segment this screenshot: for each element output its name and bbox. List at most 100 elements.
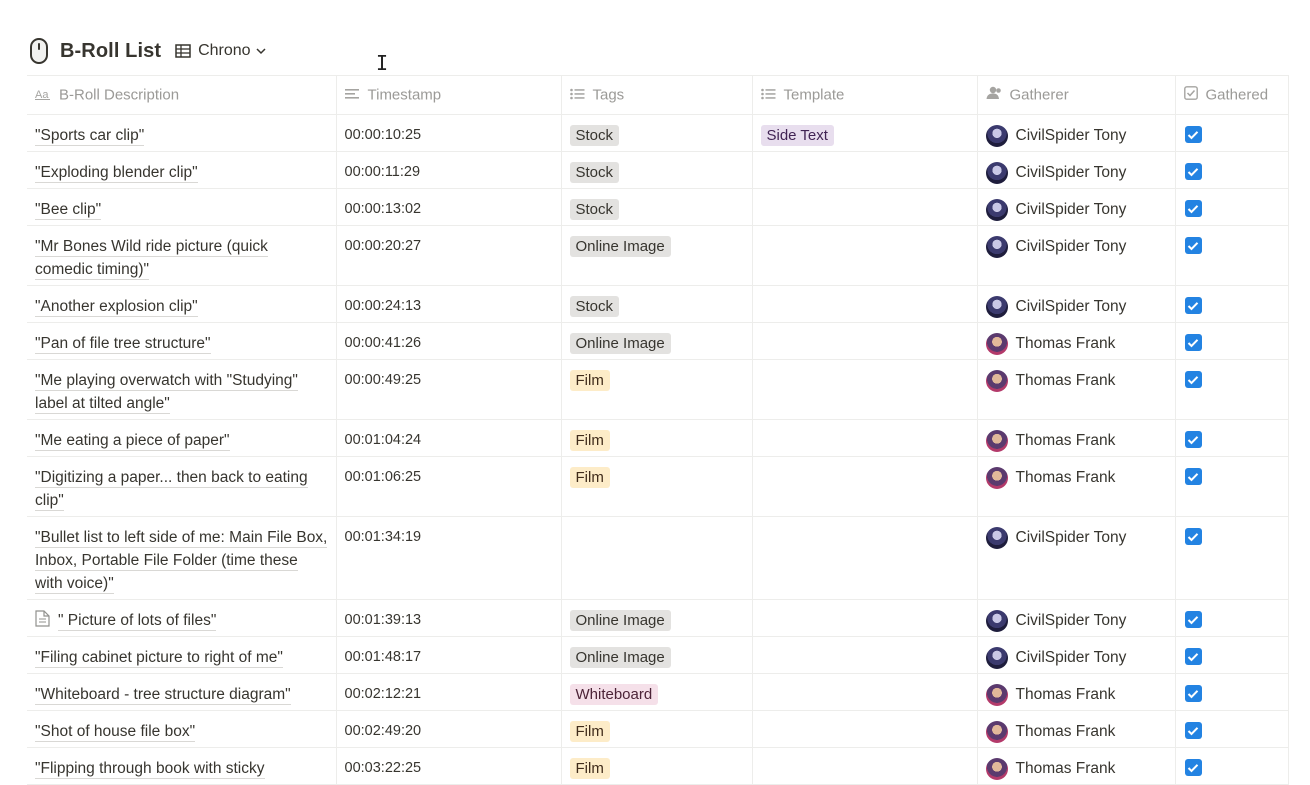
table-row[interactable]: "Sports car clip" 00:00:10:25 Stock Side Te… [27, 114, 1289, 152]
column-header-timestamp[interactable]: Timestamp [336, 75, 562, 115]
table-row[interactable]: "Shot of house file box" 00:02:49:20 Film T… [27, 710, 1289, 748]
cell-tags[interactable]: Film [561, 747, 753, 785]
gathered-checkbox[interactable] [1184, 528, 1202, 545]
cell-tags[interactable]: Stock [561, 114, 753, 152]
column-header-tags[interactable]: Tags [561, 75, 753, 115]
cell-template[interactable] [752, 599, 978, 637]
cell-description[interactable]: "Mr Bones Wild ride picture (quick comed… [27, 225, 337, 286]
cell-timestamp[interactable]: 00:00:20:27 [336, 225, 562, 286]
gathered-checkbox[interactable] [1184, 611, 1202, 628]
cell-timestamp[interactable]: 00:03:22:25 [336, 747, 562, 785]
table-row[interactable]: "Whiteboard - tree structure diagram" 00:… [27, 673, 1289, 711]
cell-timestamp[interactable]: 00:01:04:24 [336, 419, 562, 457]
cell-gatherer[interactable]: CivilSpider Tony [977, 636, 1176, 674]
cell-tags[interactable]: Online Image [561, 636, 753, 674]
cell-description[interactable]: " Picture of lots of files" [27, 599, 337, 637]
cell-timestamp[interactable]: 00:00:41:26 [336, 322, 562, 360]
cell-gatherer[interactable]: CivilSpider Tony [977, 285, 1176, 323]
cell-tags[interactable]: Film [561, 710, 753, 748]
cell-timestamp[interactable]: 00:01:39:13 [336, 599, 562, 637]
column-header-gathered[interactable]: Gathered [1175, 75, 1289, 115]
cell-template[interactable] [752, 673, 978, 711]
cell-tags[interactable]: Whiteboard [561, 673, 753, 711]
cell-template[interactable] [752, 151, 978, 189]
cell-template[interactable]: Side Text [752, 114, 978, 152]
cell-description[interactable]: "Whiteboard - tree structure diagram" [27, 673, 337, 711]
cell-timestamp[interactable]: 00:00:10:25 [336, 114, 562, 152]
gathered-checkbox[interactable] [1184, 759, 1202, 776]
cell-description[interactable]: "Sports car clip" [27, 114, 337, 152]
cell-template[interactable] [752, 322, 978, 360]
view-switcher-button[interactable]: Chrono [175, 42, 266, 60]
cell-tags[interactable]: Film [561, 359, 753, 420]
cell-tags[interactable]: Film [561, 419, 753, 457]
gathered-checkbox[interactable] [1184, 648, 1202, 665]
cell-timestamp[interactable]: 00:00:24:13 [336, 285, 562, 323]
cell-timestamp[interactable]: 00:02:49:20 [336, 710, 562, 748]
cell-gatherer[interactable]: Thomas Frank [977, 456, 1176, 517]
cell-template[interactable] [752, 285, 978, 323]
cell-gatherer[interactable]: CivilSpider Tony [977, 151, 1176, 189]
cell-template[interactable] [752, 747, 978, 785]
cell-gatherer[interactable]: Thomas Frank [977, 747, 1176, 785]
cell-template[interactable] [752, 710, 978, 748]
gathered-checkbox[interactable] [1184, 200, 1202, 217]
cell-tags[interactable]: Stock [561, 151, 753, 189]
cell-gatherer[interactable]: CivilSpider Tony [977, 516, 1176, 600]
cell-gatherer[interactable]: Thomas Frank [977, 322, 1176, 360]
table-row[interactable]: "Another explosion clip" 00:00:24:13 Stock… [27, 285, 1289, 323]
cell-gatherer[interactable]: Thomas Frank [977, 419, 1176, 457]
cell-template[interactable] [752, 188, 978, 226]
gathered-checkbox[interactable] [1184, 334, 1202, 351]
cell-description[interactable]: "Shot of house file box" [27, 710, 337, 748]
table-row[interactable]: "Pan of file tree structure" 00:00:41:26 O… [27, 322, 1289, 360]
cell-tags[interactable]: Stock [561, 285, 753, 323]
cell-template[interactable] [752, 636, 978, 674]
cell-template[interactable] [752, 516, 978, 600]
cell-description[interactable]: "Filing cabinet picture to right of me" [27, 636, 337, 674]
gathered-checkbox[interactable] [1184, 431, 1202, 448]
table-row[interactable]: "Filing cabinet picture to right of me" 0… [27, 636, 1289, 674]
cell-description[interactable]: "Another explosion clip" [27, 285, 337, 323]
cell-template[interactable] [752, 419, 978, 457]
cell-gatherer[interactable]: CivilSpider Tony [977, 114, 1176, 152]
cell-timestamp[interactable]: 00:01:48:17 [336, 636, 562, 674]
cell-template[interactable] [752, 225, 978, 286]
gathered-checkbox[interactable] [1184, 237, 1202, 254]
cell-description[interactable]: "Flipping through book with sticky [27, 747, 337, 785]
cell-tags[interactable] [561, 516, 753, 600]
table-row[interactable]: "Bee clip" 00:00:13:02 Stock CivilSpider To… [27, 188, 1289, 226]
cell-timestamp[interactable]: 00:01:34:19 [336, 516, 562, 600]
cell-description[interactable]: "Me eating a piece of paper" [27, 419, 337, 457]
table-row[interactable]: "Exploding blender clip" 00:00:11:29 Stock… [27, 151, 1289, 189]
cell-timestamp[interactable]: 00:00:49:25 [336, 359, 562, 420]
table-row[interactable]: "Digitizing a paper... then back to eati… [27, 456, 1289, 517]
column-header-description[interactable]: Aa B-Roll Description [27, 75, 337, 115]
cell-gatherer[interactable]: Thomas Frank [977, 359, 1176, 420]
database-title[interactable]: B-Roll List [60, 40, 161, 63]
table-row[interactable]: "Flipping through book with sticky 00:03:… [27, 747, 1289, 785]
table-row[interactable]: "Bullet list to left side of me: Main Fi… [27, 516, 1289, 600]
cell-description[interactable]: "Digitizing a paper... then back to eati… [27, 456, 337, 517]
cell-timestamp[interactable]: 00:01:06:25 [336, 456, 562, 517]
cell-gatherer[interactable]: CivilSpider Tony [977, 225, 1176, 286]
cell-tags[interactable]: Online Image [561, 322, 753, 360]
cell-timestamp[interactable]: 00:00:11:29 [336, 151, 562, 189]
gathered-checkbox[interactable] [1184, 468, 1202, 485]
column-header-template[interactable]: Template [752, 75, 978, 115]
cell-tags[interactable]: Online Image [561, 225, 753, 286]
table-row[interactable]: "Me eating a piece of paper" 00:01:04:24 F… [27, 419, 1289, 457]
cell-description[interactable]: "Exploding blender clip" [27, 151, 337, 189]
cell-description[interactable]: "Bullet list to left side of me: Main Fi… [27, 516, 337, 600]
cell-timestamp[interactable]: 00:00:13:02 [336, 188, 562, 226]
gathered-checkbox[interactable] [1184, 297, 1202, 314]
column-header-gatherer[interactable]: Gatherer [977, 75, 1176, 115]
table-row[interactable]: "Mr Bones Wild ride picture (quick comed… [27, 225, 1289, 286]
cell-tags[interactable]: Online Image [561, 599, 753, 637]
cell-tags[interactable]: Stock [561, 188, 753, 226]
table-row[interactable]: " Picture of lots of files" 00:01:39:13 On… [27, 599, 1289, 637]
cell-gatherer[interactable]: Thomas Frank [977, 710, 1176, 748]
cell-description[interactable]: "Pan of file tree structure" [27, 322, 337, 360]
cell-tags[interactable]: Film [561, 456, 753, 517]
cell-gatherer[interactable]: Thomas Frank [977, 673, 1176, 711]
